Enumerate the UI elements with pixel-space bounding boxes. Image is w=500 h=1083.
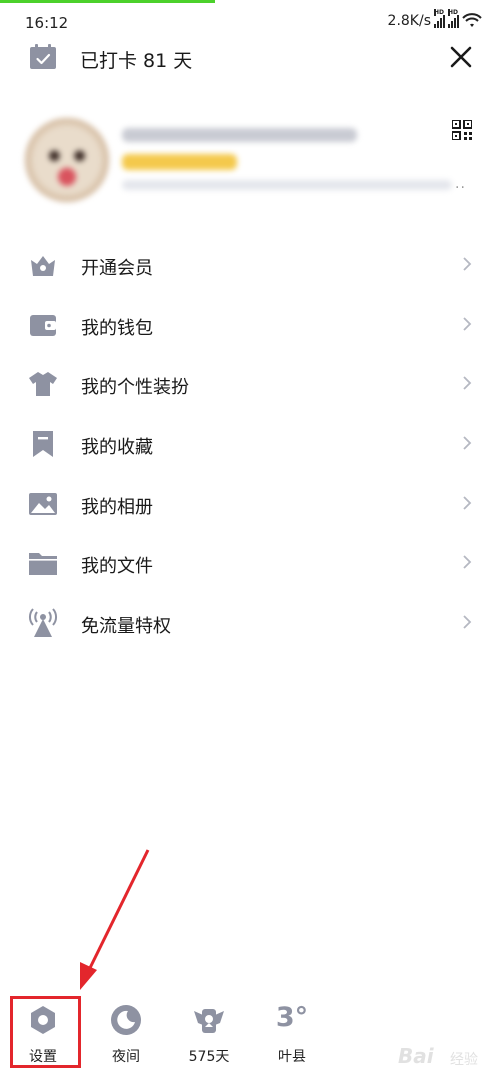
highlight-box	[10, 996, 81, 1068]
menu-item-decoration[interactable]: 我的个性装扮	[0, 355, 500, 415]
chevron-right-icon	[463, 555, 472, 570]
menu-item-files[interactable]: 我的文件	[0, 534, 500, 594]
chevron-right-icon	[463, 317, 472, 331]
crown-icon	[31, 256, 55, 276]
menu-item-label: 开通会员	[81, 258, 153, 279]
wifi-icon	[462, 13, 482, 27]
night-mode-button[interactable]: 夜间	[86, 1000, 166, 1070]
drawer-header: 已打卡 81 天	[0, 38, 500, 78]
qr-code-icon[interactable]	[452, 120, 472, 140]
shirt-icon	[29, 372, 57, 397]
signal-icon-2: HD	[448, 9, 459, 28]
watermark-logo: Bai 经验	[380, 1040, 495, 1074]
watermark-brand: Bai	[398, 1044, 434, 1068]
status-indicators: 2.8K/s HD HD	[387, 9, 482, 29]
chevron-right-icon	[463, 496, 472, 510]
wallet-icon	[30, 314, 56, 336]
more-indicator: ..	[455, 176, 466, 192]
chevron-right-icon	[463, 257, 472, 271]
chevron-right-icon	[463, 615, 472, 629]
menu-item-favorites[interactable]: 我的收藏	[0, 415, 500, 475]
menu-item-label: 免流量特权	[81, 616, 171, 638]
blurred-vip-badge	[122, 154, 237, 170]
menu-item-album[interactable]: 我的相册	[0, 475, 500, 535]
antenna-icon	[29, 608, 57, 638]
blurred-signature	[122, 180, 452, 190]
winged-badge-icon	[194, 1009, 224, 1033]
profile-card[interactable]: ..	[0, 110, 500, 210]
close-icon[interactable]	[446, 42, 476, 72]
menu-item-free-data[interactable]: 免流量特权	[0, 594, 500, 654]
menu-item-label: 我的钱包	[81, 317, 153, 339]
status-time: 16:12	[25, 14, 69, 32]
drawer-menu: 开通会员 我的钱包 我的个性装扮 我的收藏 我的相册 我的文件 免流量特权	[0, 236, 500, 654]
status-bar: 16:12 2.8K/s HD HD	[0, 6, 500, 36]
chevron-right-icon	[463, 436, 472, 450]
days-badge-button[interactable]: 575天	[169, 1000, 249, 1070]
network-speed: 2.8K/s	[387, 13, 431, 29]
menu-item-label: 我的收藏	[81, 437, 153, 459]
watermark-sub: 经验	[450, 1052, 478, 1068]
moon-icon	[111, 1005, 141, 1035]
blurred-nickname	[122, 128, 357, 142]
menu-item-vip[interactable]: 开通会员	[0, 236, 500, 296]
avatar[interactable]	[25, 118, 109, 202]
weather-location-label: 叶县	[278, 1049, 306, 1065]
page-load-progress	[0, 0, 215, 3]
bookmark-icon	[33, 431, 53, 458]
folder-icon	[29, 553, 57, 576]
chevron-right-icon	[463, 376, 472, 391]
menu-item-label: 我的个性装扮	[81, 377, 189, 399]
photo-icon	[29, 492, 57, 515]
calendar-check-icon[interactable]	[29, 44, 57, 70]
menu-item-label: 我的文件	[81, 556, 153, 578]
hd-badge: HD	[434, 9, 445, 16]
night-mode-label: 夜间	[112, 1049, 140, 1065]
signal-icon: HD	[434, 9, 445, 28]
checkin-days-text[interactable]: 已打卡 81 天	[80, 46, 192, 73]
hd-badge-2: HD	[448, 9, 459, 16]
menu-item-label: 我的相册	[81, 496, 153, 518]
menu-item-wallet[interactable]: 我的钱包	[0, 296, 500, 356]
weather-button[interactable]: 3° 叶县	[252, 1000, 332, 1070]
days-label: 575天	[188, 1049, 230, 1065]
weather-temperature: 3°	[275, 1002, 309, 1033]
